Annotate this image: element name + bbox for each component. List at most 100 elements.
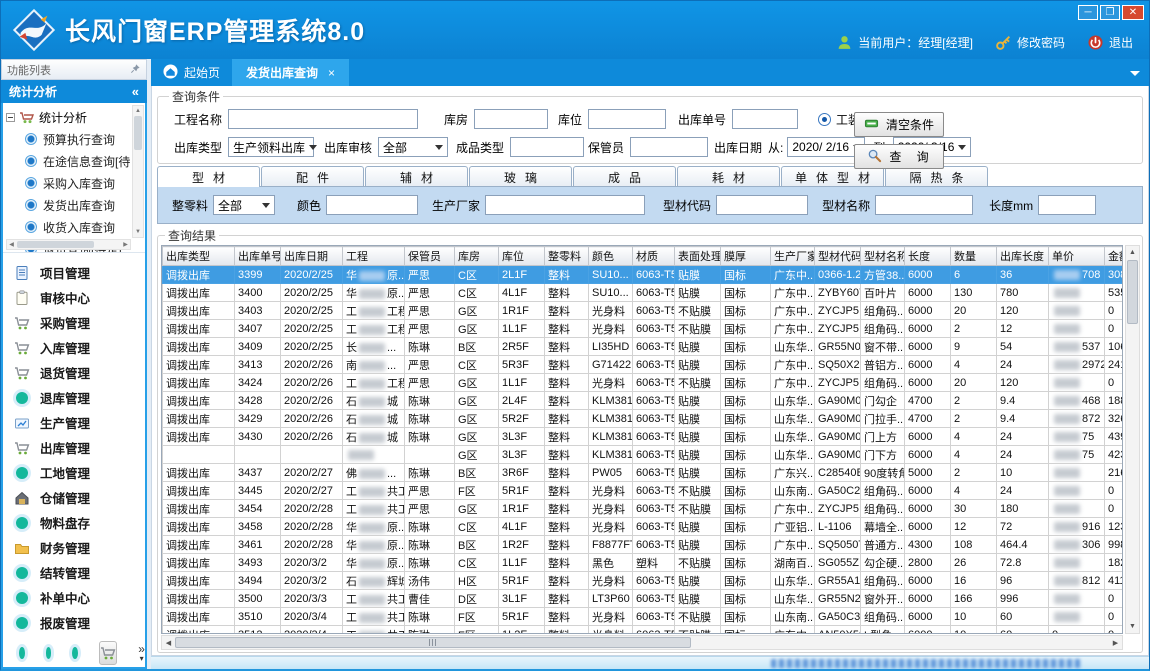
horizontal-scroll-thumb[interactable] — [175, 637, 691, 648]
tree-expander-icon[interactable] — [6, 113, 15, 122]
table-row[interactable]: 调拨出库34612020/2/28华原...陈琳B区1R2F整料F8877FT6… — [163, 536, 1124, 554]
material-tab[interactable]: 隔热条 — [885, 166, 988, 187]
table-row[interactable]: 调拨出库34452020/2/27工共工程严思F区5R1F整料光身料6063-T… — [163, 482, 1124, 500]
outbound-audit-select[interactable]: 全部 — [378, 137, 448, 157]
pin-icon[interactable] — [130, 63, 141, 77]
profile-name-input[interactable] — [875, 195, 973, 215]
table-row[interactable]: 调拨出库34002020/2/25华原...严思C区4L1F整料SU10...6… — [163, 284, 1124, 302]
more-modules-button[interactable]: »▾ — [138, 645, 145, 662]
tree-horizontal-scrollbar[interactable]: ◀▶ — [6, 239, 131, 250]
module-item[interactable]: 采购管理 — [13, 310, 145, 335]
table-row[interactable]: 调拨出库34092020/2/25长...陈琳B区2R5F整料LI35HD606… — [163, 338, 1124, 356]
column-header[interactable]: 出库单号 — [235, 247, 281, 266]
length-input[interactable] — [1038, 195, 1096, 215]
material-tab[interactable]: 成品 — [573, 166, 676, 187]
table-row[interactable]: 调拨出库34282020/2/26石城陈琳G区2L4F整料KLM38176063… — [163, 392, 1124, 410]
warehouse-input[interactable] — [474, 109, 548, 129]
column-header[interactable]: 材质 — [633, 247, 675, 266]
profile-code-input[interactable] — [716, 195, 808, 215]
table-row[interactable]: 调拨出库34372020/2/27佛...陈琳B区3R6F整料PW056063-… — [163, 464, 1124, 482]
search-button[interactable]: 查 询 — [854, 144, 944, 169]
material-tab[interactable]: 玻璃 — [469, 166, 572, 187]
table-row[interactable]: 调拨出库34932020/3/2华原...陈琳C区1L1F整料黑色塑料不贴膜国标… — [163, 554, 1124, 572]
stats-group-header[interactable]: 统计分析 « — [1, 80, 147, 103]
outbound-type-select[interactable]: 生产领料出库 — [228, 137, 314, 157]
column-header[interactable]: 保管员 — [405, 247, 455, 266]
keeper-input[interactable] — [630, 137, 708, 157]
column-header[interactable]: 表面处理 — [675, 247, 721, 266]
whole-part-select[interactable]: 全部 — [213, 195, 275, 215]
tab-delivery-outbound-query[interactable]: 发货出库查询 × — [232, 59, 349, 86]
grid-vertical-scrollbar[interactable]: ▲▼ — [1125, 245, 1140, 634]
column-header[interactable]: 生产厂家 — [771, 247, 815, 266]
table-row[interactable]: 调拨出库34542020/2/28工共工程严思G区1R1F整料光身料6063-T… — [163, 500, 1124, 518]
tree-item[interactable]: 在途信息查询[待 — [6, 150, 131, 172]
material-tab[interactable]: 配件 — [261, 166, 364, 187]
column-header[interactable]: 出库类型 — [163, 247, 235, 266]
table-row[interactable]: 调拨出库33992020/2/25华原...严思C区2L1F整料SU10...6… — [163, 266, 1124, 284]
module-item[interactable]: 出库管理 — [13, 435, 145, 460]
table-row[interactable]: G区3L3F整料KLM38176063-T5贴膜国标山东华...GA90M09.… — [163, 446, 1124, 464]
column-header[interactable]: 膜厚 — [721, 247, 771, 266]
column-header[interactable]: 型材名称 — [861, 247, 905, 266]
collapse-icon[interactable]: « — [132, 84, 139, 99]
module-dot-icon[interactable] — [19, 647, 25, 659]
module-item[interactable]: 退库管理 — [13, 385, 145, 410]
product-type-input[interactable] — [510, 137, 584, 157]
table-row[interactable]: 调拨出库34072020/2/25工工程严思G区1L1F整料光身料6063-T5… — [163, 320, 1124, 338]
tab-home[interactable]: 起始页 — [151, 59, 232, 86]
tree-item[interactable]: 预算执行查询 — [6, 128, 131, 150]
table-row[interactable]: 调拨出库34132020/2/26南...严思C区5R3F整料G71422606… — [163, 356, 1124, 374]
column-header[interactable]: 整零料 — [545, 247, 589, 266]
module-item[interactable]: 财务管理 — [13, 535, 145, 560]
minimize-button[interactable]: ─ — [1078, 5, 1098, 20]
table-row[interactable]: 调拨出库34292020/2/26石城陈琳G区5R2F整料KLM38176063… — [163, 410, 1124, 428]
material-tab[interactable]: 耗材 — [677, 166, 780, 187]
material-tab[interactable]: 辅材 — [365, 166, 468, 187]
module-item[interactable]: 审核中心 — [13, 285, 145, 310]
module-item[interactable]: 工地管理 — [13, 460, 145, 485]
material-tab[interactable]: 单体型材 — [781, 166, 884, 187]
table-row[interactable]: 调拨出库35102020/3/4工共工程陈琳F区5R1F整料光身料6063-T5… — [163, 608, 1124, 626]
module-item[interactable]: 入库管理 — [13, 335, 145, 360]
module-item[interactable]: 退货管理 — [13, 360, 145, 385]
tree-root-node[interactable]: 统计分析 — [6, 106, 131, 128]
maximize-button[interactable]: ❐ — [1100, 5, 1120, 20]
location-input[interactable] — [588, 109, 666, 129]
column-header[interactable]: 长度 — [905, 247, 951, 266]
clear-conditions-button[interactable]: 清空条件 — [854, 112, 944, 137]
column-header[interactable]: 库位 — [499, 247, 545, 266]
column-header[interactable]: 金额 — [1105, 247, 1124, 266]
module-cart-button[interactable] — [99, 641, 117, 665]
table-row[interactable]: 调拨出库34032020/2/25工工程严思G区1R1F整料光身料6063-T5… — [163, 302, 1124, 320]
table-row[interactable]: 调拨出库35002020/3/3工共工程曹佳D区3L1F整料LT3P606063… — [163, 590, 1124, 608]
table-row[interactable]: 调拨出库34942020/3/2石辉城汤伟H区5R1F整料光身料6063-T5贴… — [163, 572, 1124, 590]
module-item[interactable]: 项目管理 — [13, 260, 145, 285]
module-item[interactable]: 结转管理 — [13, 560, 145, 585]
color-input[interactable] — [326, 195, 418, 215]
gongzhuang-radio[interactable] — [818, 113, 831, 126]
project-name-input[interactable] — [228, 109, 418, 129]
column-header[interactable]: 数量 — [951, 247, 997, 266]
grid-horizontal-scrollbar[interactable]: ◀ ▶ — [161, 635, 1123, 650]
table-row[interactable]: 调拨出库34302020/2/26石城陈琳G区3L3F整料KLM38176063… — [163, 428, 1124, 446]
tree-item[interactable]: 收货入库查询 — [6, 216, 131, 238]
tree-item[interactable]: 采购入库查询 — [6, 172, 131, 194]
column-header[interactable]: 出库日期 — [281, 247, 343, 266]
outbound-no-input[interactable] — [732, 109, 798, 129]
module-item[interactable]: 生产管理 — [13, 410, 145, 435]
close-button[interactable]: ✕ — [1122, 5, 1144, 20]
tab-close-icon[interactable]: × — [328, 66, 335, 80]
module-item[interactable]: 补单中心 — [13, 585, 145, 610]
table-row[interactable]: 调拨出库35122020/3/4工共工程陈琳F区1L2F整料光身料6063-T5… — [163, 626, 1124, 635]
table-row[interactable]: 调拨出库34582020/2/28华原...陈琳C区4L1F整料光身料6063-… — [163, 518, 1124, 536]
module-dot-icon[interactable] — [72, 647, 78, 659]
vertical-scroll-thumb[interactable] — [1127, 260, 1138, 324]
module-dot-icon[interactable] — [46, 647, 52, 659]
material-tab[interactable]: 型材 — [157, 166, 260, 187]
column-header[interactable]: 工程 — [343, 247, 405, 266]
tree-item[interactable]: 发货出库查询 — [6, 194, 131, 216]
module-item[interactable]: 报废管理 — [13, 610, 145, 635]
table-row[interactable]: 调拨出库34242020/2/26工工程严思G区1L1F整料光身料6063-T5… — [163, 374, 1124, 392]
column-header[interactable]: 出库长度 — [997, 247, 1049, 266]
